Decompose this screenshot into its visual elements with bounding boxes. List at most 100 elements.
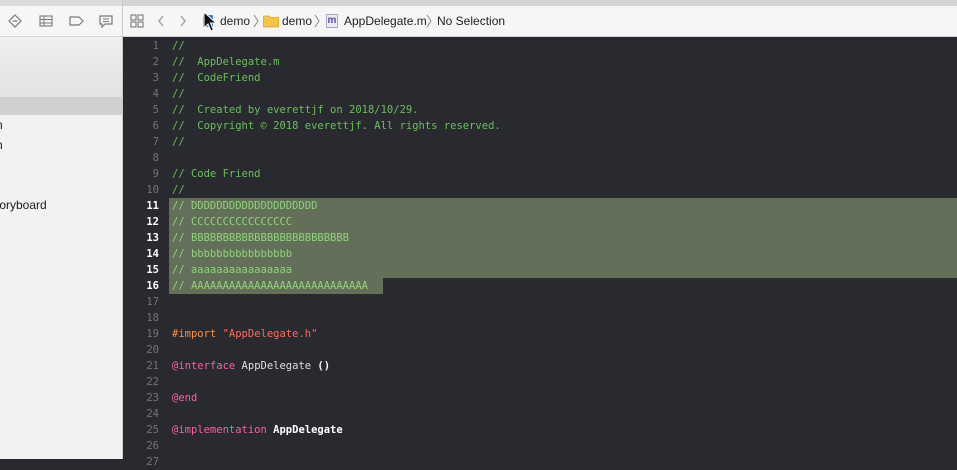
code-text: //	[172, 134, 185, 150]
code-text: // AppDelegate.m	[172, 54, 279, 70]
line-number: 19	[146, 328, 159, 340]
code-line[interactable]: 25 @implementation AppDelegate	[123, 422, 957, 438]
code-text: //	[172, 86, 185, 102]
test-navigator-icon[interactable]	[37, 12, 55, 30]
comment-text: // BBBBBBBBBBBBBBBBBBBBBBBBB	[172, 232, 350, 244]
line-number: 22	[146, 376, 159, 388]
code-line[interactable]: 2 // AppDelegate.m	[123, 54, 957, 70]
code-text: // AAAAAAAAAAAAAAAAAAAAAAAAAAAA	[172, 278, 368, 294]
code-line[interactable]: 3 // CodeFriend	[123, 70, 957, 86]
code-text: // Code Friend	[172, 166, 261, 182]
line-number: 1	[152, 40, 159, 52]
breadcrumb-separator-icon	[426, 14, 432, 28]
comment-text: // aaaaaaaaaaaaaaaa	[172, 264, 293, 276]
line-number: 24	[146, 408, 159, 420]
breadcrumb-selection[interactable]: No Selection	[437, 6, 505, 36]
code-text: // BBBBBBBBBBBBBBBBBBBBBBBBB	[172, 230, 349, 246]
breadcrumb-separator-icon	[314, 14, 320, 28]
line-number: 3	[152, 72, 159, 84]
comment-text: // CodeFriend	[172, 72, 261, 84]
class-name: AppDelegate	[241, 360, 312, 372]
code-line[interactable]: 9 // Code Friend	[123, 166, 957, 182]
line-number: 25	[146, 424, 159, 436]
code-line[interactable]: 19 #import "AppDelegate.h"	[123, 326, 957, 342]
navigator-header	[0, 37, 122, 97]
comment-text: // Copyright © 2018 everettjf. All right…	[172, 120, 501, 132]
code-line[interactable]: 18	[123, 310, 957, 326]
objc-keyword: @implementation	[172, 424, 267, 436]
breadcrumb-folder[interactable]: demo	[282, 6, 312, 36]
comment-text: // Code Friend	[172, 168, 261, 180]
code-line[interactable]: 14 // bbbbbbbbbbbbbbbb	[123, 246, 957, 262]
code-line[interactable]: 22	[123, 374, 957, 390]
code-line[interactable]: 15 // aaaaaaaaaaaaaaaa	[123, 262, 957, 278]
source-editor[interactable]: 1 // 2 // AppDelegate.m 3 // CodeFriend 4 // 5 //…	[123, 37, 957, 468]
preprocessor-directive: #import	[172, 328, 217, 340]
code-line[interactable]: 11 // DDDDDDDDDDDDDDDDDDDD	[123, 198, 957, 214]
report-navigator-icon[interactable]	[97, 12, 115, 30]
code-line[interactable]: 20	[123, 342, 957, 358]
comment-text: //	[172, 88, 185, 100]
comment-text: //	[172, 136, 185, 148]
comment-text: //	[172, 40, 185, 52]
code-line[interactable]: 21 @interface AppDelegate ()	[123, 358, 957, 374]
category-parens: ()	[317, 360, 331, 372]
code-line[interactable]: 24	[123, 406, 957, 422]
folder-icon	[263, 15, 279, 28]
code-line[interactable]: 13 // BBBBBBBBBBBBBBBBBBBBBBBBB	[123, 230, 957, 246]
code-text: //	[172, 38, 185, 54]
code-text: //	[172, 182, 185, 198]
code-line[interactable]: 5 // Created by everettjf on 2018/10/29.	[123, 102, 957, 118]
code-text: // DDDDDDDDDDDDDDDDDDDD	[172, 198, 317, 214]
line-number: 2	[152, 56, 159, 68]
line-number: 12	[146, 216, 159, 228]
line-number: 23	[146, 392, 159, 404]
code-line[interactable]: 10 //	[123, 182, 957, 198]
breakpoint-navigator-icon[interactable]	[67, 12, 85, 30]
line-number: 6	[152, 120, 159, 132]
issue-navigator-icon[interactable]	[6, 12, 24, 30]
nav-file-item[interactable]: n	[0, 138, 3, 152]
line-number: 13	[146, 232, 159, 244]
comment-text: // Created by everettjf on 2018/10/29.	[172, 104, 419, 116]
code-line[interactable]: 27	[123, 454, 957, 470]
code-line[interactable]: 12 // CCCCCCCCCCCCCCCC	[123, 214, 957, 230]
import-path: "AppDelegate.h"	[222, 328, 318, 340]
line-number: 18	[146, 312, 159, 324]
nav-file-item[interactable]: n	[0, 118, 3, 132]
project-navigator: n n l toryboard	[0, 0, 123, 459]
code-text: // aaaaaaaaaaaaaaaa	[172, 262, 292, 278]
comment-text: // bbbbbbbbbbbbbbbb	[172, 248, 293, 260]
related-items-icon[interactable]	[130, 14, 144, 28]
line-number: 4	[152, 88, 159, 100]
code-line[interactable]: 6 // Copyright © 2018 everettjf. All righ…	[123, 118, 957, 134]
comment-text: // AAAAAAAAAAAAAAAAAAAAAAAAAAAA	[172, 280, 368, 292]
code-text: // CodeFriend	[172, 70, 261, 86]
line-number: 27	[146, 456, 159, 468]
line-number: 14	[146, 248, 159, 260]
code-line[interactable]: 26	[123, 438, 957, 454]
line-number: 16	[146, 280, 159, 292]
comment-text: //	[172, 184, 185, 196]
line-number: 15	[146, 264, 159, 276]
objc-file-icon: m	[326, 14, 338, 28]
line-number: 11	[146, 200, 159, 212]
breadcrumb-file[interactable]: AppDelegate.m	[344, 6, 427, 36]
comment-text: // AppDelegate.m	[172, 56, 280, 68]
back-arrow-icon[interactable]	[156, 14, 166, 28]
code-line[interactable]: 4 //	[123, 86, 957, 102]
forward-arrow-icon[interactable]	[178, 14, 188, 28]
code-line[interactable]: 7 //	[123, 134, 957, 150]
code-line[interactable]: 8	[123, 150, 957, 166]
line-number: 7	[152, 136, 159, 148]
breadcrumb-project[interactable]: demo	[220, 6, 250, 36]
code-line[interactable]: 1 //	[123, 38, 957, 54]
code-line[interactable]: 23 @end	[123, 390, 957, 406]
code-line[interactable]: 17	[123, 294, 957, 310]
mouse-pointer-icon	[203, 11, 217, 32]
objc-keyword: @interface	[172, 360, 236, 372]
nav-file-item[interactable]: toryboard	[0, 198, 47, 212]
code-line[interactable]: 16 // AAAAAAAAAAAAAAAAAAAAAAAAAAAA	[123, 278, 957, 294]
class-name: AppDelegate	[273, 424, 343, 436]
code-text: @interface AppDelegate ()	[172, 358, 330, 374]
